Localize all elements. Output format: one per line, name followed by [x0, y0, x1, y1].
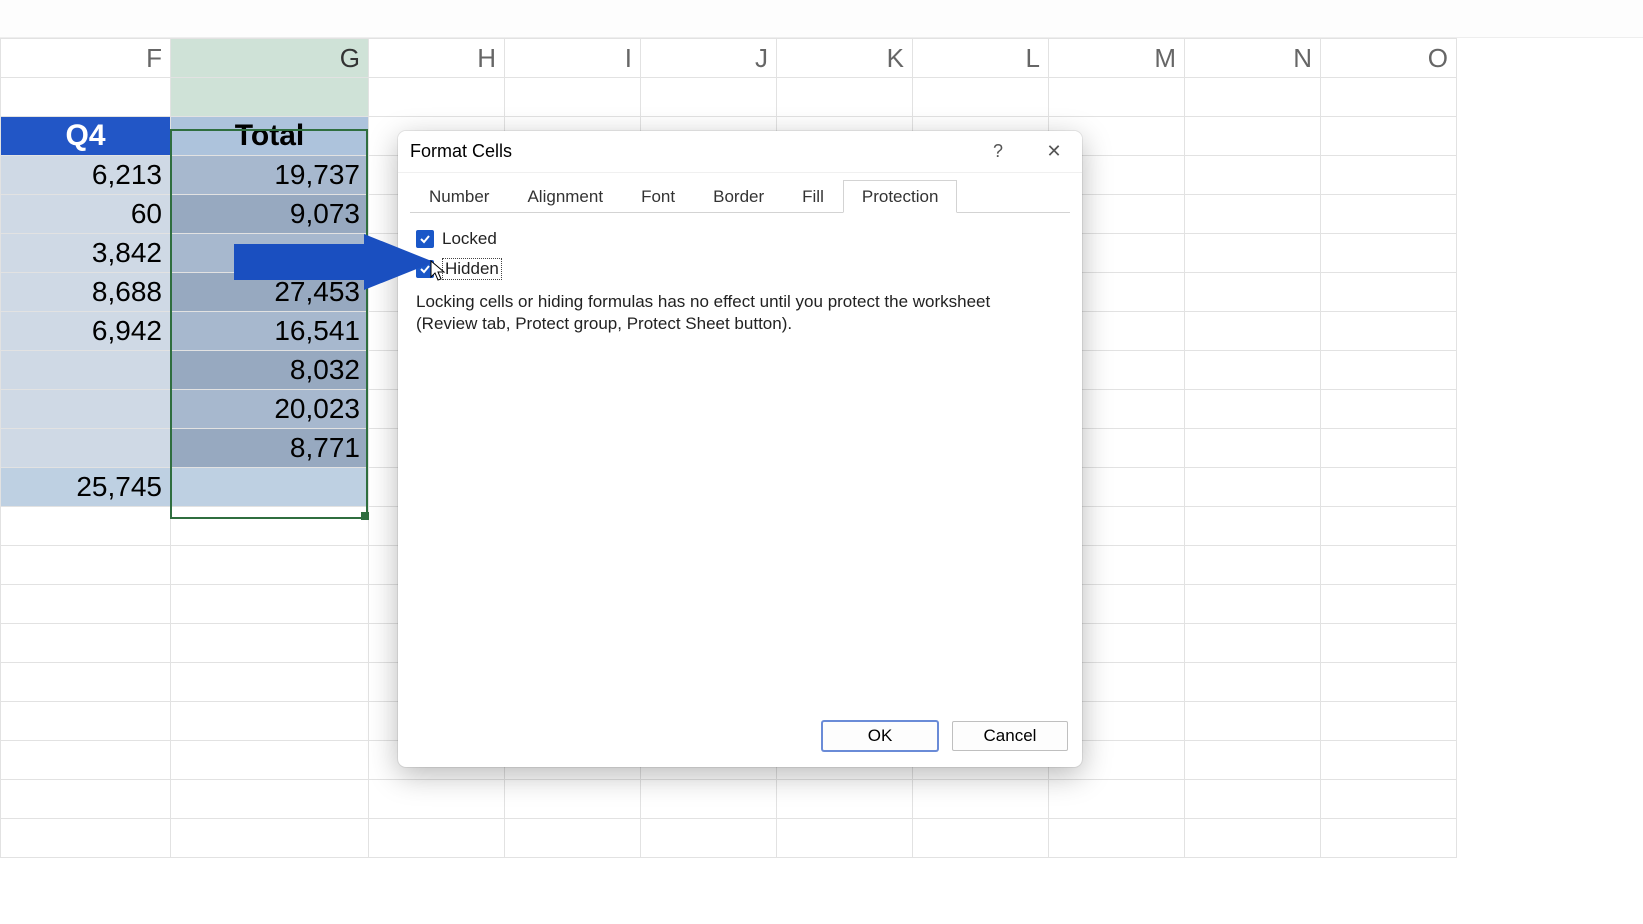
col-header-N[interactable]: N — [1185, 39, 1321, 78]
col-header-L[interactable]: L — [913, 39, 1049, 78]
dialog-title: Format Cells — [410, 141, 512, 162]
close-button[interactable]: ✕ — [1026, 131, 1082, 173]
col-header-G[interactable]: G — [171, 39, 369, 78]
ok-button[interactable]: OK — [822, 721, 938, 751]
header-q4[interactable]: Q4 — [1, 117, 171, 156]
cell[interactable] — [1, 429, 171, 468]
tab-border[interactable]: Border — [694, 180, 783, 213]
tab-protection[interactable]: Protection — [843, 180, 958, 213]
cell[interactable] — [1, 351, 171, 390]
cell[interactable]: 20,023 — [171, 390, 369, 429]
tab-font[interactable]: Font — [622, 180, 694, 213]
dialog-footer: OK Cancel — [398, 711, 1082, 767]
col-header-M[interactable]: M — [1049, 39, 1185, 78]
cell[interactable]: 6,942 — [1, 312, 171, 351]
col-header-K[interactable]: K — [777, 39, 913, 78]
col-header-F[interactable]: F — [1, 39, 171, 78]
sum-total[interactable] — [171, 468, 369, 507]
cell[interactable]: 8,032 — [171, 351, 369, 390]
cell[interactable]: 16,541 — [171, 312, 369, 351]
protection-info-text: Locking cells or hiding formulas has no … — [416, 291, 1036, 335]
locked-label[interactable]: Locked — [442, 229, 497, 249]
cancel-button[interactable]: Cancel — [952, 721, 1068, 751]
format-cells-dialog: Format Cells ? ✕ Number Alignment Font B… — [398, 131, 1082, 767]
mouse-cursor-icon — [430, 260, 446, 282]
cell[interactable] — [1, 390, 171, 429]
cell[interactable]: 8,688 — [1, 273, 171, 312]
tab-fill[interactable]: Fill — [783, 180, 843, 213]
tab-number[interactable]: Number — [410, 180, 508, 213]
dialog-tabs: Number Alignment Font Border Fill Protec… — [410, 179, 1070, 213]
app-toolbar-area — [0, 0, 1643, 38]
sum-q4[interactable]: 25,745 — [1, 468, 171, 507]
header-total[interactable]: Total — [171, 117, 369, 156]
col-header-H[interactable]: H — [369, 39, 505, 78]
cell[interactable]: 3,842 — [1, 234, 171, 273]
cell[interactable]: 8,771 — [171, 429, 369, 468]
cell[interactable]: 19,737 — [171, 156, 369, 195]
protection-tab-panel: Locked Hidden Locking cells or hiding fo… — [410, 213, 1070, 349]
cell[interactable]: 60 — [1, 195, 171, 234]
col-header-O[interactable]: O — [1321, 39, 1457, 78]
annotation-arrow — [234, 234, 434, 290]
cell[interactable]: 6,213 — [1, 156, 171, 195]
hidden-label[interactable]: Hidden — [442, 258, 502, 280]
col-header-J[interactable]: J — [641, 39, 777, 78]
column-header-row[interactable]: F G H I J K L M N O — [1, 39, 1457, 78]
dialog-titlebar[interactable]: Format Cells ? ✕ — [398, 131, 1082, 173]
help-button[interactable]: ? — [970, 131, 1026, 173]
col-header-I[interactable]: I — [505, 39, 641, 78]
tab-alignment[interactable]: Alignment — [508, 180, 622, 213]
cell[interactable]: 9,073 — [171, 195, 369, 234]
